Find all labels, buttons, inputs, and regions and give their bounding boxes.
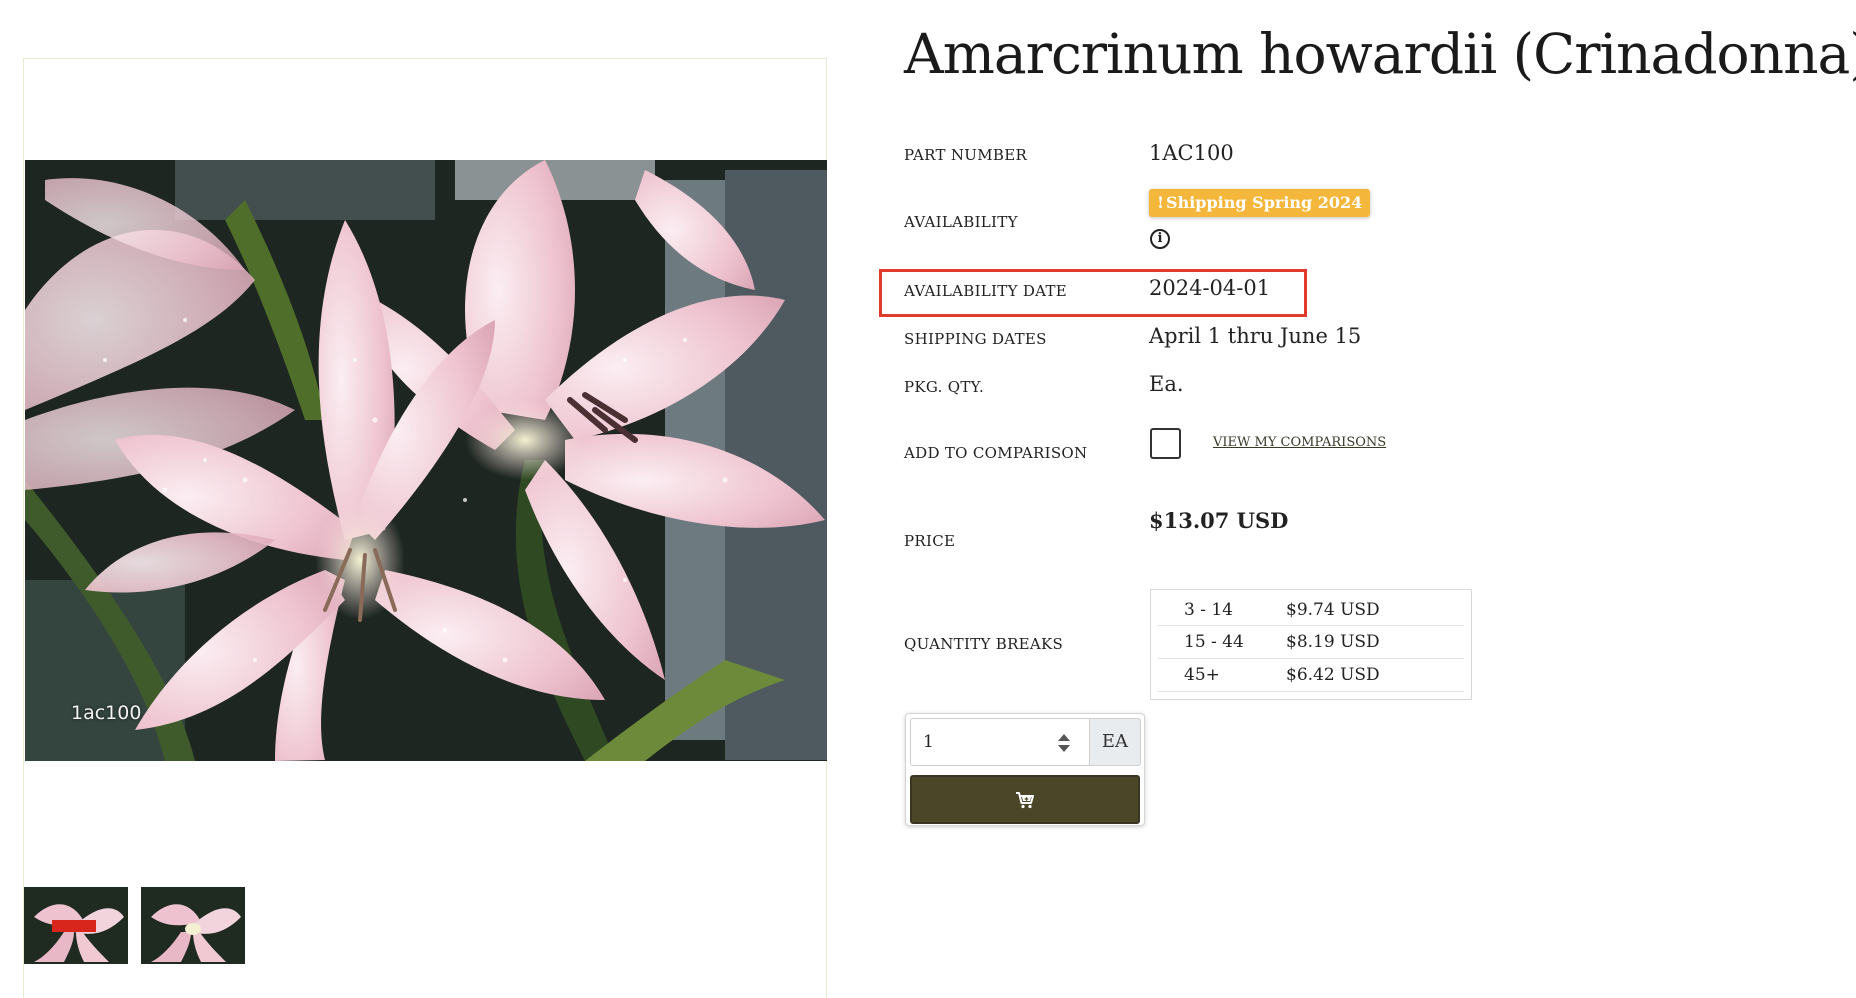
quantity-breaks-table: 3 - 14 $9.74 USD 15 - 44 $8.19 USD 45+ $… bbox=[1150, 589, 1472, 700]
quantity-break-price: $6.42 USD bbox=[1286, 665, 1380, 685]
add-to-comparison-label: ADD TO COMPARISON bbox=[904, 444, 1088, 462]
add-to-comparison-checkbox[interactable] bbox=[1150, 428, 1181, 459]
price-label: PRICE bbox=[904, 532, 956, 550]
view-comparisons-link[interactable]: VIEW MY COMPARISONS bbox=[1213, 435, 1386, 450]
availability-badge: ! Shipping Spring 2024 bbox=[1149, 189, 1371, 217]
availability-date-value: 2024-04-01 bbox=[1149, 276, 1271, 300]
quantity-break-price: $9.74 USD bbox=[1286, 600, 1380, 620]
add-to-cart-button[interactable] bbox=[910, 775, 1140, 824]
quantity-break-price: $8.19 USD bbox=[1286, 632, 1380, 652]
part-number-value: 1AC100 bbox=[1149, 141, 1234, 165]
quantity-break-range: 15 - 44 bbox=[1184, 632, 1244, 652]
shipping-dates-value: April 1 thru June 15 bbox=[1149, 324, 1362, 348]
exclamation-icon: ! bbox=[1157, 193, 1165, 212]
pkg-qty-label: PKG. QTY. bbox=[904, 378, 985, 396]
quantity-break-range: 3 - 14 bbox=[1184, 600, 1233, 620]
availability-date-label: AVAILABILITY DATE bbox=[904, 282, 1068, 300]
thumbnail-2[interactable] bbox=[141, 887, 245, 964]
quantity-spinner-icon[interactable] bbox=[1055, 731, 1073, 755]
info-icon[interactable]: i bbox=[1150, 229, 1170, 249]
quantity-break-row: 45+ $6.42 USD bbox=[1158, 659, 1464, 692]
price-value: $13.07 USD bbox=[1149, 508, 1289, 533]
quantity-break-row: 3 - 14 $9.74 USD bbox=[1158, 597, 1464, 626]
thumbnail-1[interactable] bbox=[24, 887, 128, 964]
quantity-breaks-label: QUANTITY BREAKS bbox=[904, 635, 1064, 653]
part-number-label: PART NUMBER bbox=[904, 146, 1028, 164]
main-product-image[interactable]: 1ac100 bbox=[25, 160, 827, 761]
image-caption: 1ac100 bbox=[71, 702, 142, 724]
quantity-break-range: 45+ bbox=[1184, 665, 1220, 685]
product-title: Amarcrinum howardii (Crinadonna) bbox=[904, 22, 1856, 86]
availability-badge-text: Shipping Spring 2024 bbox=[1166, 193, 1363, 212]
add-to-cart-panel: EA bbox=[905, 713, 1145, 826]
cart-plus-icon bbox=[1016, 791, 1034, 808]
thumbnail-strip bbox=[24, 887, 245, 964]
quantity-unit: EA bbox=[1090, 718, 1141, 766]
product-gallery: 1ac100 bbox=[23, 58, 827, 998]
shipping-dates-label: SHIPPING DATES bbox=[904, 330, 1047, 348]
quantity-break-row: 15 - 44 $8.19 USD bbox=[1158, 626, 1464, 659]
pkg-qty-value: Ea. bbox=[1149, 372, 1184, 396]
availability-label: AVAILABILITY bbox=[904, 213, 1018, 231]
